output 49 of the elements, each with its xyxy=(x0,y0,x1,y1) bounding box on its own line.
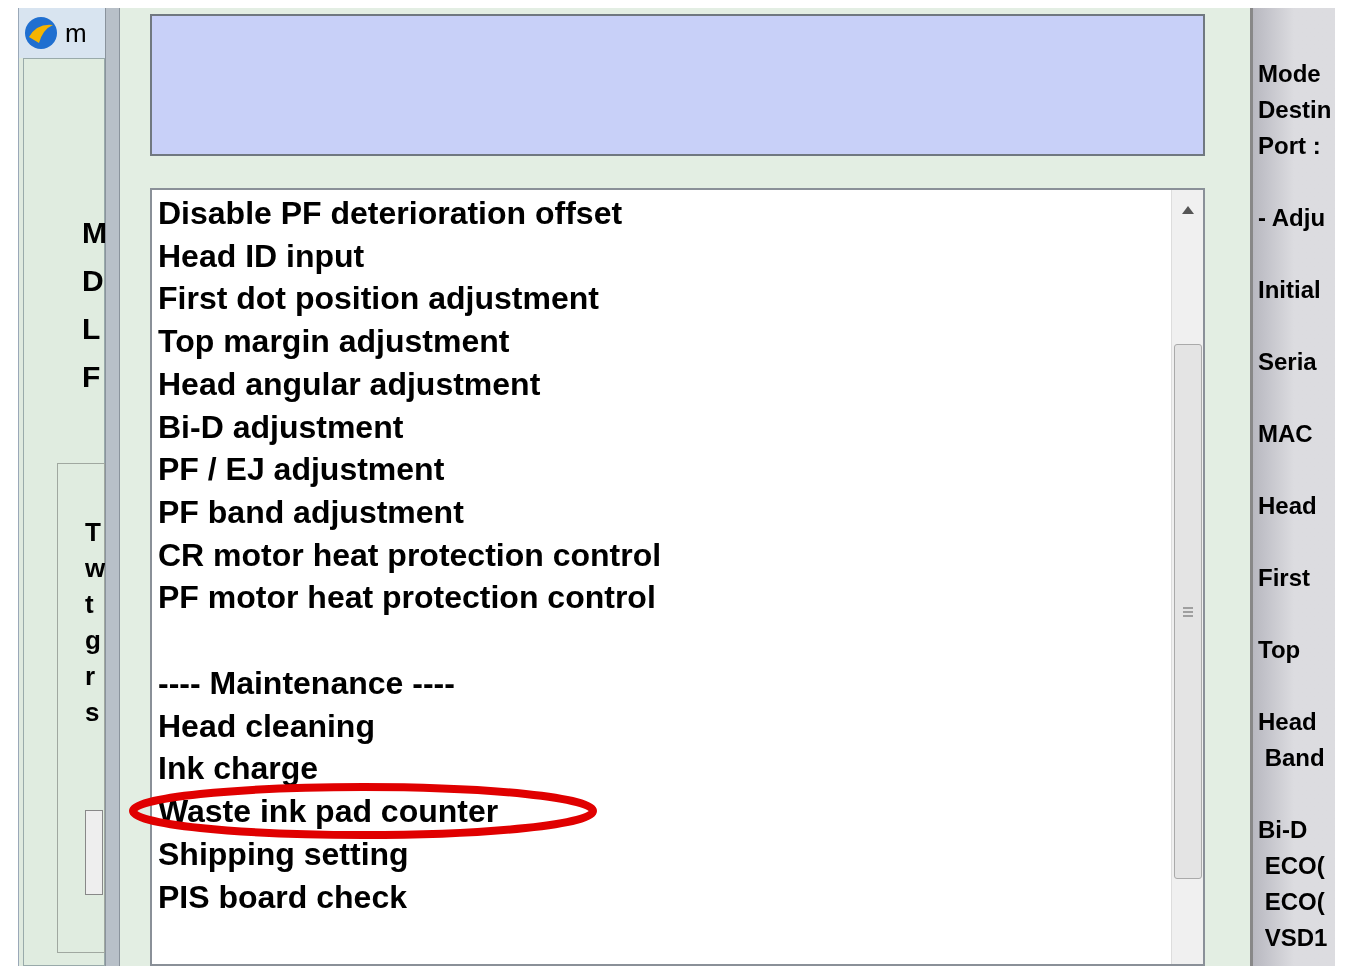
list-item[interactable]: Bi-D adjustment xyxy=(158,405,1171,449)
list-item[interactable]: Head angular adjustment xyxy=(158,362,1171,406)
list-item[interactable]: Shipping setting xyxy=(158,832,1171,876)
group-text: t xyxy=(85,588,94,621)
list-item[interactable]: Disable PF deterioration offset xyxy=(158,192,1171,235)
info-label: Head xyxy=(1258,707,1317,737)
info-label: Bi-D xyxy=(1258,815,1308,845)
info-label: VSD1 xyxy=(1263,923,1328,953)
info-label: Port : xyxy=(1258,131,1321,161)
list-item[interactable]: ---- Maintenance ---- xyxy=(158,662,1171,705)
group-text: r xyxy=(85,660,96,693)
list-item[interactable]: PIS board check xyxy=(158,875,1171,919)
list-item[interactable]: Head ID input xyxy=(158,234,1171,278)
list-item[interactable]: PF motor heat protection control xyxy=(158,576,1171,620)
info-label: First xyxy=(1258,563,1310,593)
list-item[interactable]: First dot position adjustment xyxy=(158,277,1171,321)
info-label: ECO( xyxy=(1263,887,1325,917)
list-item[interactable]: CR motor heat protection control xyxy=(158,533,1171,577)
label-text: D xyxy=(82,263,104,299)
list-item[interactable]: PF band adjustment xyxy=(158,490,1171,534)
window-title: m xyxy=(65,16,87,50)
info-label: Top xyxy=(1258,635,1301,665)
label-text: L xyxy=(82,311,101,347)
list-item[interactable]: PF / EJ adjustment xyxy=(158,448,1171,491)
group-text: s xyxy=(85,696,100,729)
list-item[interactable]: Waste ink pad counter xyxy=(158,790,1171,833)
info-label: Band xyxy=(1263,743,1325,773)
info-label: Initial xyxy=(1258,275,1321,305)
group-text: w xyxy=(85,552,106,585)
info-label: MAC xyxy=(1258,419,1313,449)
grip-icon xyxy=(1181,605,1194,618)
group-text: g xyxy=(85,624,101,657)
scrollbar[interactable] xyxy=(1171,190,1203,964)
info-label: Seria xyxy=(1258,347,1317,377)
info-label: Destin xyxy=(1258,95,1332,125)
dialog-button[interactable] xyxy=(85,810,103,895)
group-text: T xyxy=(85,516,101,549)
label-text: F xyxy=(82,359,101,395)
scroll-up-icon[interactable] xyxy=(1181,206,1194,214)
list-item[interactable]: Ink charge xyxy=(158,747,1171,791)
info-label: ECO( xyxy=(1263,851,1325,881)
info-label: Head xyxy=(1258,491,1317,521)
list-item[interactable]: Head cleaning xyxy=(158,704,1171,748)
info-label: Mode xyxy=(1258,59,1321,89)
info-label: - Adju xyxy=(1258,203,1326,233)
app-logo-icon xyxy=(23,15,59,51)
scroll-thumb[interactable] xyxy=(1173,344,1202,879)
label-text: M xyxy=(82,215,107,251)
list-item[interactable]: Top margin adjustment xyxy=(158,320,1171,363)
